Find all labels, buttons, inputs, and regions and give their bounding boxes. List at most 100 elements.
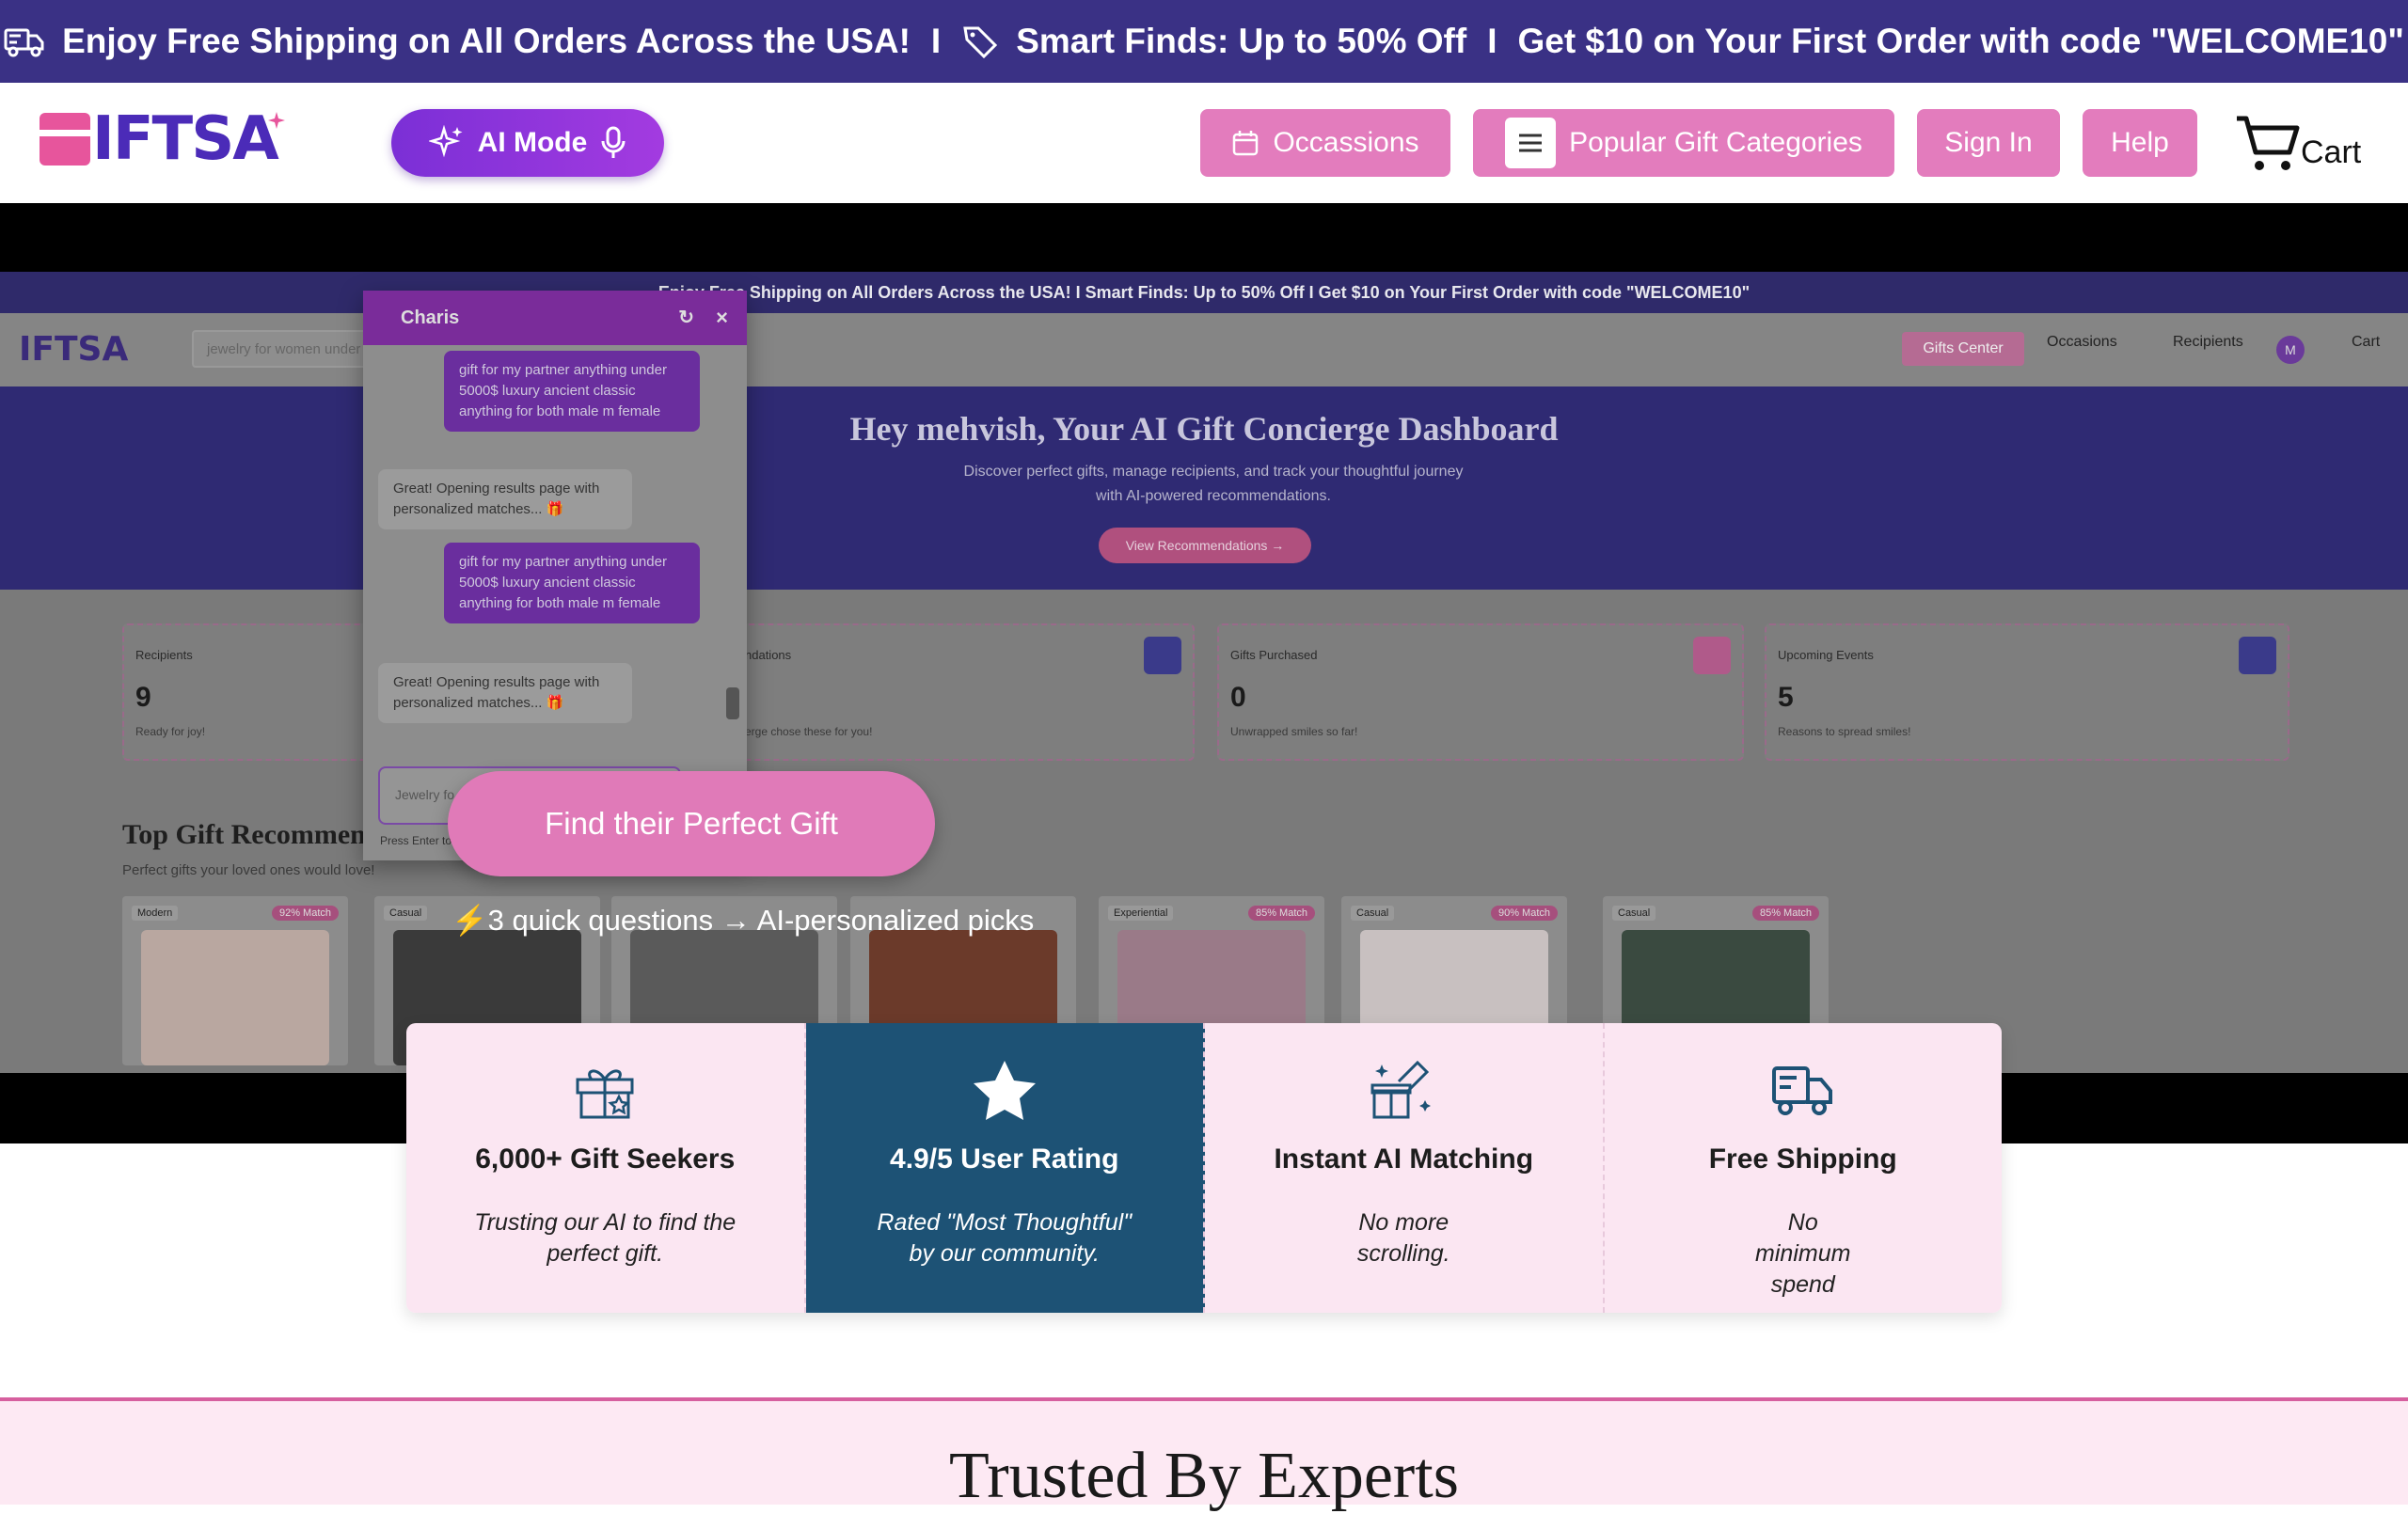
- feature-title: 4.9/5 User Rating: [890, 1143, 1119, 1175]
- chat-title: Charis: [401, 307, 460, 328]
- promo-bar: Enjoy Free Shipping on All Orders Across…: [0, 0, 2408, 83]
- feature-description: No minimum spend: [1755, 1209, 1851, 1298]
- feature-card: 6,000+ Gift Seekers Trusting our AI to f…: [406, 1023, 806, 1313]
- find-perfect-gift-button[interactable]: Find their Perfect Gift: [448, 771, 935, 876]
- cart-label: Cart: [2301, 134, 2362, 170]
- product-match-badge: 90% Match: [1490, 906, 1558, 921]
- preview-stat-card: Gifts Purchased 0 Unwrapped smiles so fa…: [1217, 623, 1744, 761]
- recommendation-icon: [1144, 637, 1181, 674]
- microphone-icon: [601, 126, 626, 158]
- ai-mode-label: AI Mode: [477, 127, 588, 158]
- menu-icon: [1505, 118, 1557, 168]
- cart-link[interactable]: Cart: [2235, 109, 2361, 177]
- preview-banner-subtitle: Discover perfect gifts, manage recipient…: [963, 464, 1464, 504]
- chat-scrollbar: [726, 358, 739, 753]
- occasions-label: Occassions: [1273, 127, 1419, 158]
- calendar-icon: [2239, 637, 2276, 674]
- preview-recipients: Recipients: [2173, 334, 2243, 350]
- preview-top-recommendations-subtitle: Perfect gifts your loved ones would love…: [122, 862, 375, 878]
- promo-shipping: Enjoy Free Shipping on All Orders Across…: [62, 22, 911, 60]
- product-style-tag: Casual: [1612, 906, 1656, 921]
- product-style-tag: Modern: [132, 906, 179, 921]
- stat-value: 5: [1778, 682, 1794, 713]
- occasions-button[interactable]: Occassions: [1200, 109, 1450, 177]
- promo-welcome: Get $10 on Your First Order with code "W…: [1517, 22, 2404, 60]
- site-header: IFTSA AI Mode Occassions Popular Gift Ca…: [0, 83, 2408, 203]
- refresh-icon: ↻: [678, 308, 694, 328]
- stat-subtext: erge chose these for you!: [745, 725, 873, 738]
- preview-view-recommendations: View Recommendations →: [1099, 528, 1311, 563]
- product-style-tag: Casual: [384, 906, 428, 921]
- preview-promo-bar: Enjoy Free Shipping on All Orders Across…: [0, 272, 2408, 313]
- product-match-badge: 92% Match: [271, 906, 339, 921]
- feature-title: Free Shipping: [1708, 1143, 1897, 1175]
- stat-subtext: Ready for joy!: [135, 725, 206, 738]
- preview-occasions: Occasions: [2047, 334, 2117, 350]
- help-button[interactable]: Help: [2083, 109, 2197, 177]
- gift-purchased-icon: [1693, 637, 1731, 674]
- truck-icon: [4, 28, 44, 57]
- chat-user-message: gift for my partner anything under 5000$…: [444, 351, 700, 432]
- quick-questions-note: ⚡3 quick questions → AI-personalized pic…: [452, 904, 1035, 937]
- star-icon: [973, 1061, 1036, 1120]
- feature-card: 4.9/5 User Rating Rated "Most Thoughtful…: [805, 1023, 1205, 1313]
- sign-in-button[interactable]: Sign In: [1917, 109, 2060, 177]
- feature-card: Free Shipping No minimum spend: [1604, 1023, 2002, 1313]
- dashboard-preview: Enjoy Free Shipping on All Orders Across…: [0, 272, 2408, 1073]
- stat-label: Gifts Purchased: [1230, 648, 1318, 662]
- site-logo[interactable]: IFTSA: [40, 109, 285, 169]
- preview-avatar: M: [2276, 336, 2305, 364]
- stat-label: Upcoming Events: [1778, 648, 1874, 662]
- gift-icon: [576, 1069, 634, 1119]
- tag-icon: [963, 26, 998, 58]
- popular-gift-categories-button[interactable]: Popular Gift Categories: [1473, 109, 1894, 177]
- promo-separator: I: [930, 22, 942, 60]
- promo-smart-finds: Smart Finds: Up to 50% Off: [1016, 22, 1467, 60]
- chat-hint: Press Enter to: [380, 834, 452, 847]
- preview-cart: Cart: [2352, 334, 2381, 350]
- feature-title: Instant AI Matching: [1274, 1143, 1534, 1175]
- categories-label: Popular Gift Categories: [1569, 127, 1862, 158]
- truck-icon: [1771, 1066, 1832, 1115]
- preview-top-recommendations-title: Top Gift Recommend: [122, 819, 382, 850]
- product-match-badge: 85% Match: [1247, 906, 1315, 921]
- feature-description: Trusting our AI to find the perfect gift…: [474, 1209, 737, 1267]
- close-icon: ×: [716, 306, 728, 329]
- chat-bot-message: Great! Opening results page with persona…: [378, 469, 632, 529]
- preview-logo: IFTSA: [19, 330, 129, 369]
- stat-value: 0: [1230, 682, 1246, 713]
- preview-banner-title: Hey mehvish, Your AI Gift Concierge Dash…: [849, 410, 1559, 448]
- stat-subtext: Reasons to spread smiles!: [1778, 725, 1911, 738]
- sparkle-icon: [267, 112, 285, 129]
- trusted-section: Trusted By Experts: [0, 1397, 2408, 1512]
- stat-label: Recipients: [135, 648, 193, 662]
- chat-header: Charis ↻ ×: [363, 291, 747, 345]
- sparkle-gift-icon: [1370, 1060, 1432, 1119]
- ai-mode-button[interactable]: AI Mode: [391, 109, 664, 177]
- calendar-icon: [1233, 131, 1259, 156]
- preview-stat-card: Upcoming Events 5 Reasons to spread smil…: [1765, 623, 2289, 761]
- trusted-title: Trusted By Experts: [949, 1440, 1459, 1512]
- feature-strip: 6,000+ Gift Seekers Trusting our AI to f…: [406, 1023, 2002, 1313]
- chat-user-message: gift for my partner anything under 5000$…: [444, 543, 700, 623]
- preview-banner: Hey mehvish, Your AI Gift Concierge Dash…: [0, 386, 2408, 590]
- stat-label: ndations: [745, 648, 792, 662]
- product-match-badge: 85% Match: [1751, 906, 1819, 921]
- stat-subtext: Unwrapped smiles so far!: [1230, 725, 1358, 738]
- stat-value: 9: [135, 682, 151, 713]
- chat-bot-message: Great! Opening results page with persona…: [378, 663, 632, 723]
- product-style-tag: Casual: [1351, 906, 1395, 921]
- feature-description: Rated "Most Thoughtful" by our community…: [877, 1209, 1133, 1267]
- preview-gifts-center: Gifts Center: [1902, 332, 2024, 366]
- feature-card: Instant AI Matching No more scrolling.: [1205, 1023, 1605, 1313]
- logo-text: IFTSA: [92, 104, 279, 174]
- sparkles-icon: [428, 125, 463, 158]
- product-style-tag: Experiential: [1108, 906, 1174, 921]
- feature-title: 6,000+ Gift Seekers: [475, 1143, 736, 1175]
- cart-icon: [2237, 116, 2300, 170]
- product-image: [141, 930, 329, 1065]
- preview-header: IFTSA jewelry for women under 2 Gifts Ce…: [0, 313, 2408, 386]
- preview-product-card: Modern 92% Match: [122, 896, 348, 1065]
- promo-separator: I: [1487, 22, 1497, 60]
- feature-description: No more scrolling.: [1356, 1209, 1450, 1267]
